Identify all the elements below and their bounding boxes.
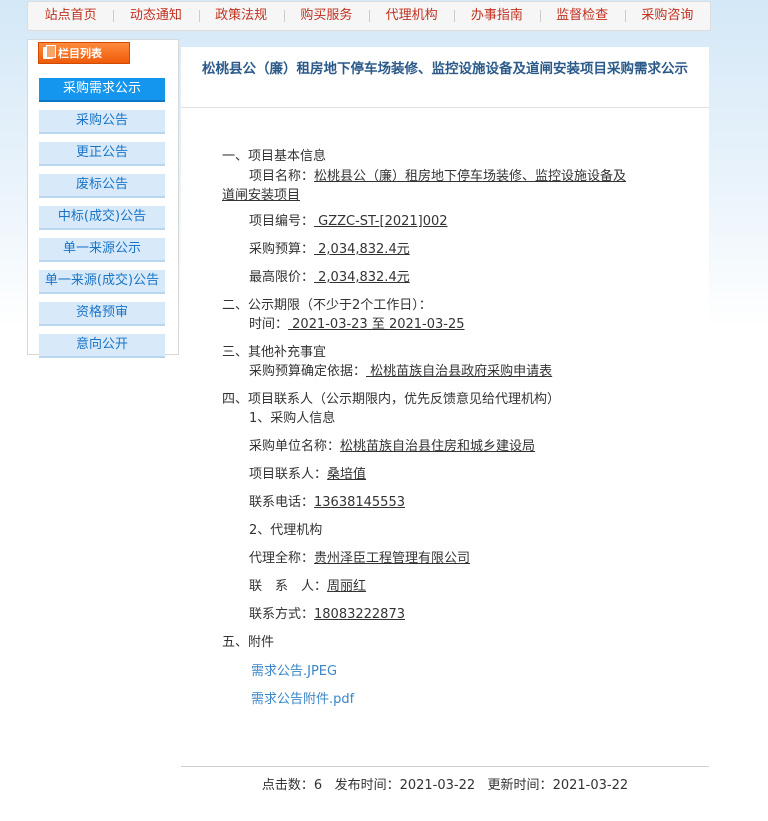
section-3-heading: 三、其他补充事宜: [222, 345, 327, 360]
sidebar: 栏目列表 采购需求公示 采购公告 更正公告 废标公告 中标(成交)公告 单一来源…: [27, 39, 179, 358]
purchaser-unit-row: 采购单位名称：松桃苗族自治县住房和城乡建设局: [249, 438, 535, 456]
sidebar-item-intent-disclosure[interactable]: 意向公开: [39, 334, 165, 358]
budget-basis-value: 松桃苗族自治县政府采购申请表: [366, 364, 553, 379]
footer-divider: [181, 766, 709, 767]
budget-basis-label: 采购预算确定依据：: [249, 364, 367, 379]
agency-contact-value: 周丽红: [327, 579, 367, 594]
agency-phone-row: 联系方式：18083222873: [249, 606, 405, 624]
section-4-heading: 四、项目联系人（公示期限内，优先反馈意见给代理机构）: [222, 392, 561, 407]
article-meta: 点击数：6 发布时间：2021-03-22 更新时间：2021-03-22: [181, 774, 709, 793]
update-time-label: 更新时间：: [487, 778, 553, 793]
max-price-row: 最高限价： 2,034,832.4元: [249, 269, 410, 287]
title-divider: [181, 107, 709, 108]
budget-basis-row: 采购预算确定依据： 松桃苗族自治县政府采购申请表: [249, 363, 552, 381]
sidebar-item-award-notice[interactable]: 中标(成交)公告: [39, 206, 165, 230]
click-count-label: 点击数：: [261, 778, 314, 793]
agency-phone-label: 联系方式：: [249, 607, 315, 622]
section-2-heading: 二、公示期限（不少于2个工作日）：: [222, 298, 432, 313]
sidebar-header: 栏目列表: [38, 42, 130, 64]
update-time: 2021-03-22: [552, 778, 629, 793]
purchaser-unit-label: 采购单位名称：: [249, 439, 341, 454]
max-price-value: 2,034,832.4元: [314, 270, 410, 285]
sidebar-header-label: 栏目列表: [58, 47, 102, 60]
section-5-heading: 五、附件: [222, 635, 275, 650]
article-panel: 松桃县公（廉）租房地下停车场装修、监控设施设备及道闸安装项目采购需求公示 一、项…: [181, 47, 709, 817]
agency-name-value: 贵州泽臣工程管理有限公司: [314, 551, 471, 566]
budget-label: 采购预算：: [249, 242, 315, 257]
nav-guide[interactable]: 办事指南: [454, 2, 539, 30]
publish-time: 2021-03-22: [399, 778, 476, 793]
sidebar-item-abandoned-bid[interactable]: 废标公告: [39, 174, 165, 198]
sidebar-item-procurement-notice[interactable]: 采购公告: [39, 110, 165, 134]
purchaser-phone-label: 联系电话：: [249, 495, 315, 510]
budget-row: 采购预算： 2,034,832.4元: [249, 241, 410, 259]
budget-value: 2,034,832.4元: [314, 242, 410, 257]
nav-consulting[interactable]: 采购咨询: [624, 2, 710, 30]
project-code-row: 项目编号： GZZC-ST-[2021]002: [249, 213, 448, 231]
nav-agencies[interactable]: 代理机构: [369, 2, 454, 30]
sidebar-item-single-source-award[interactable]: 单一来源(成交)公告: [39, 270, 165, 294]
purchaser-contact-row: 项目联系人：桑培值: [249, 466, 366, 484]
agency-subheading: 2、代理机构: [249, 523, 323, 538]
purchaser-unit-value: 松桃苗族自治县住房和城乡建设局: [340, 439, 536, 454]
publish-time-label: 发布时间：: [334, 778, 400, 793]
agency-contact-row: 联 系 人：周丽红: [249, 578, 366, 596]
purchaser-phone-value: 13638145553: [314, 495, 405, 510]
notice-period-row: 时间： 2021-03-23 至 2021-03-25: [249, 316, 465, 334]
notice-period-label: 时间：: [249, 317, 289, 332]
project-code-value: GZZC-ST-[2021]002: [314, 214, 448, 229]
attachment-link[interactable]: 需求公告.JPEG: [251, 663, 337, 681]
agency-phone-value: 18083222873: [314, 607, 405, 622]
purchaser-contact-label: 项目联系人：: [249, 467, 328, 482]
project-name-value: 松桃县公（廉）租房地下停车场装修、监控设施设备及: [314, 169, 627, 184]
nav-supervision[interactable]: 监督检查: [539, 2, 625, 30]
page-title: 松桃县公（廉）租房地下停车场装修、监控设施设备及道闸安装项目采购需求公示: [202, 61, 688, 77]
document-list-icon: [43, 45, 56, 59]
project-name-row: 项目名称：松桃县公（廉）租房地下停车场装修、监控设施设备及: [249, 168, 626, 186]
project-name-value-cont: 道闸安装项目: [222, 188, 301, 203]
sidebar-list: 采购需求公示 采购公告 更正公告 废标公告 中标(成交)公告 单一来源公示 单一…: [39, 78, 165, 366]
nav-notices[interactable]: 动态通知: [113, 2, 198, 30]
purchaser-contact-value: 桑培值: [327, 467, 367, 482]
purchaser-subheading: 1、采购人信息: [249, 411, 336, 426]
project-name-label: 项目名称：: [249, 169, 315, 184]
nav-purchase-services[interactable]: 购买服务: [283, 2, 369, 30]
sidebar-item-correction-notice[interactable]: 更正公告: [39, 142, 165, 166]
nav-policies[interactable]: 政策法规: [198, 2, 284, 30]
attachment-link[interactable]: 需求公告附件.pdf: [251, 691, 354, 709]
nav-home[interactable]: 站点首页: [28, 2, 113, 30]
agency-name-row: 代理全称：贵州泽臣工程管理有限公司: [249, 550, 470, 568]
project-code-label: 项目编号：: [249, 214, 315, 229]
purchaser-phone-row: 联系电话：13638145553: [249, 494, 405, 512]
click-count: 6: [313, 778, 323, 793]
section-1-heading: 一、项目基本信息: [222, 149, 327, 164]
notice-period-value: 2021-03-23 至 2021-03-25: [288, 317, 465, 332]
top-nav: 站点首页 动态通知 政策法规 购买服务 代理机构 办事指南 监督检查 采购咨询: [27, 1, 711, 31]
sidebar-item-prequalification[interactable]: 资格预审: [39, 302, 165, 326]
max-price-label: 最高限价：: [249, 270, 315, 285]
sidebar-item-demand-notice[interactable]: 采购需求公示: [39, 78, 165, 102]
sidebar-item-single-source[interactable]: 单一来源公示: [39, 238, 165, 262]
agency-name-label: 代理全称：: [249, 551, 315, 566]
agency-contact-label: 联 系 人：: [249, 579, 328, 594]
